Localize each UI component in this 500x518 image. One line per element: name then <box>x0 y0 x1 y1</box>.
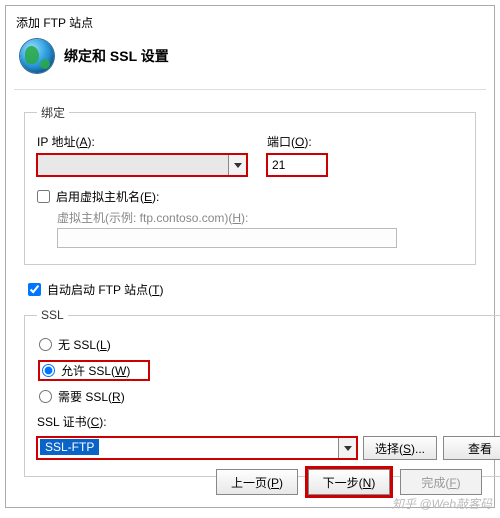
ssl-cert-value: SSL-FTP <box>40 439 99 455</box>
allow-ssl-label: 允许 SSL(W) <box>61 362 130 379</box>
prev-button[interactable]: 上一页(P) <box>216 469 298 495</box>
view-cert-button[interactable]: 查看 <box>443 436 500 460</box>
select-cert-button[interactable]: 选择(S)... <box>363 436 437 460</box>
allow-ssl-radio[interactable] <box>42 364 55 377</box>
chevron-down-icon <box>234 163 242 168</box>
ip-address-input[interactable] <box>38 155 228 175</box>
cert-label: SSL 证书(C): <box>37 413 500 430</box>
wizard-footer: 上一页(P) 下一步(N) 完成(F) <box>216 469 482 495</box>
port-label: 端口(O): <box>267 133 327 150</box>
chevron-down-icon <box>344 446 352 451</box>
enable-vhost-label: 启用虚拟主机名(E): <box>56 188 159 205</box>
no-ssl-label: 无 SSL(L) <box>58 336 111 353</box>
divider <box>14 89 486 90</box>
auto-start-label: 自动启动 FTP 站点(T) <box>47 281 163 298</box>
globe-icon <box>20 39 54 73</box>
binding-group: 绑定 IP 地址(A): 端口(O): 启用虚拟主机名(E): <box>24 104 476 265</box>
ip-label: IP 地址(A): <box>37 133 247 150</box>
vhost-label: 虚拟主机(示例: ftp.contoso.com)(H): <box>57 211 248 225</box>
auto-start-checkbox[interactable] <box>28 283 41 296</box>
finish-button: 完成(F) <box>400 469 482 495</box>
no-ssl-radio[interactable] <box>39 338 52 351</box>
page-title: 绑定和 SSL 设置 <box>64 46 169 66</box>
ssl-group: SSL 无 SSL(L) 允许 SSL(W) 需要 SSL(R) SSL 证书(… <box>24 308 500 477</box>
ssl-legend: SSL <box>37 308 68 322</box>
binding-legend: 绑定 <box>37 104 69 121</box>
require-ssl-label: 需要 SSL(R) <box>58 388 125 405</box>
ip-address-dropdown-button[interactable] <box>228 155 246 175</box>
next-button[interactable]: 下一步(N) <box>308 469 390 495</box>
enable-vhost-checkbox[interactable] <box>37 190 50 203</box>
ssl-cert-dropdown-button[interactable] <box>338 438 356 458</box>
vhost-input <box>57 228 397 248</box>
require-ssl-radio[interactable] <box>39 390 52 403</box>
port-input[interactable] <box>267 154 327 176</box>
dialog-title: 添加 FTP 站点 <box>6 6 494 37</box>
ip-address-combo[interactable] <box>37 154 247 176</box>
ssl-cert-combo[interactable]: SSL-FTP <box>37 437 357 459</box>
